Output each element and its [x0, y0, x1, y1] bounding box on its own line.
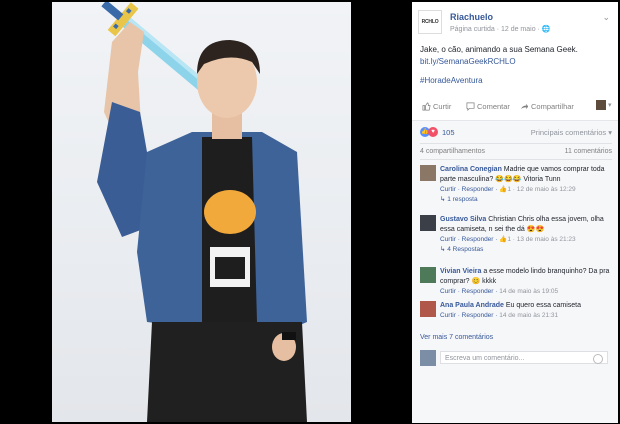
like-button[interactable]: Curtir [422, 102, 451, 111]
comment-button[interactable]: Comentar [466, 102, 510, 111]
avatar[interactable] [420, 165, 436, 181]
divider [420, 143, 612, 144]
post-photo[interactable] [52, 2, 351, 422]
page-logo[interactable]: RCHLO [418, 10, 442, 34]
post-stats: 4 compartilhamentos 11 comentários [420, 148, 612, 155]
globe-icon: 🌐 [541, 26, 551, 33]
model-illustration [97, 2, 307, 422]
photo-viewer [0, 0, 410, 424]
comment-meta: Curtir · Responder · 👍1 · 13 de maio às … [440, 235, 612, 245]
comment-meta: Curtir · Responder · 14 de maio às 21:31 [440, 311, 612, 321]
chevron-down-icon[interactable]: ⌄ [602, 12, 610, 23]
comment-text: Eu quero essa camiseta [505, 302, 581, 309]
post-subtitle: Página curtida · 12 de maio · 🌐 [450, 25, 551, 33]
view-replies-link[interactable]: ↳ 4 Respostas [440, 245, 612, 255]
avatar[interactable] [420, 267, 436, 283]
action-bar: Curtir Comentar Compartilhar ▾ [420, 100, 612, 114]
speech-bubble-icon [466, 102, 475, 111]
like-label: Curtir [433, 102, 452, 111]
post-subtitle-text: Página curtida · 12 de maio · [450, 26, 542, 33]
post-panel: RCHLO Riachuelo Página curtida · 12 de m… [412, 2, 618, 423]
post-text: Jake, o cão, animando a sua Semana Geek.… [420, 44, 612, 68]
comment-actions[interactable]: Curtir · Responder · [440, 186, 499, 193]
thumbs-up-icon [422, 102, 431, 111]
commenter-name[interactable]: Ana Paula Andrade [440, 302, 504, 309]
post-message: Jake, o cão, animando a sua Semana Geek. [420, 45, 578, 54]
comment-actions[interactable]: Curtir · Responder · [440, 236, 499, 243]
post-hashtag[interactable]: #HoradeAventura [420, 76, 483, 85]
comment-actions[interactable]: Curtir · Responder · [440, 312, 499, 319]
comments-count[interactable]: 11 comentários [565, 148, 612, 155]
comment-time[interactable]: · 13 de maio às 21:23 [511, 236, 576, 243]
view-more-comments[interactable]: Ver mais 7 comentários [420, 334, 493, 341]
comment-actions[interactable]: Curtir · Responder · [440, 288, 499, 295]
avatar[interactable] [420, 301, 436, 317]
comment-label: Comentar [477, 102, 510, 111]
comment-composer: Escreva um comentário... [420, 349, 612, 369]
comments-section: 👍 ♥ 105 Principais comentários ▾ 4 compa… [412, 120, 618, 423]
commenter-name[interactable]: Gustavo Silva [440, 216, 486, 223]
divider [420, 159, 612, 160]
shares-count[interactable]: 4 compartilhamentos [420, 148, 485, 155]
comment-input-placeholder: Escreva um comentário... [445, 355, 525, 362]
love-reaction-icon[interactable]: ♥ [428, 127, 438, 137]
view-replies-link[interactable]: ↳ 1 resposta [440, 195, 612, 205]
camera-icon[interactable] [593, 354, 603, 364]
reaction-count[interactable]: 105 [442, 128, 455, 137]
share-arrow-icon [520, 103, 529, 110]
post-link[interactable]: bit.ly/SemanaGeekRCHLO [420, 56, 612, 68]
avatar[interactable] [420, 350, 436, 366]
comment-meta: Curtir · Responder · 👍1 · 12 de maio às … [440, 185, 612, 195]
comment-body: Ana Paula Andrade Eu quero essa camiseta… [440, 301, 612, 321]
comment-meta: Curtir · Responder · 14 de maio às 19:05 [440, 287, 612, 297]
avatar[interactable] [420, 215, 436, 231]
user-avatar[interactable] [596, 100, 606, 110]
commenter-name[interactable]: Carolina Conegian [440, 166, 502, 173]
comment-filter[interactable]: Principais comentários ▾ [531, 128, 612, 137]
comment-time[interactable]: 14 de maio às 19:05 [499, 288, 558, 295]
comment-body: Carolina Conegian Madrie que vamos compr… [440, 165, 612, 205]
post-header: RCHLO Riachuelo Página curtida · 12 de m… [418, 10, 614, 36]
share-button[interactable]: Compartilhar [520, 102, 574, 111]
share-label: Compartilhar [531, 102, 574, 111]
reactions-summary: 👍 ♥ 105 Principais comentários ▾ [420, 127, 612, 139]
comment-body: Gustavo Silva Christian Chris olha essa … [440, 215, 612, 255]
comment-body: Vivian Vieira a esse modelo lindo branqu… [440, 267, 612, 297]
comment-filter-label: Principais comentários [530, 128, 607, 137]
caret-down-icon[interactable]: ▾ [608, 101, 612, 109]
comment-input[interactable]: Escreva um comentário... [440, 351, 608, 364]
comment-time[interactable]: · 12 de maio às 12:29 [511, 186, 576, 193]
commenter-name[interactable]: Vivian Vieira [440, 268, 481, 275]
comment-time[interactable]: 14 de maio às 21:31 [499, 312, 558, 319]
page-name[interactable]: Riachuelo [450, 12, 493, 22]
